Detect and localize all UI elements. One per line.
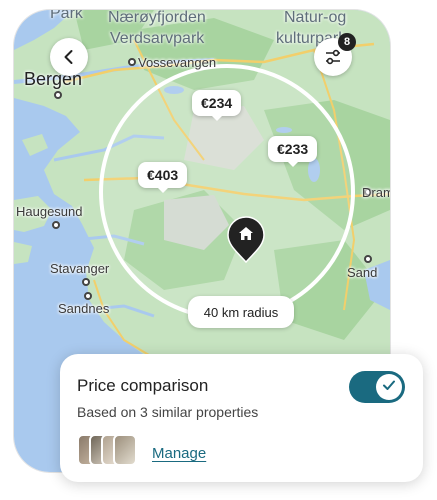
city-dot-sandnes (84, 292, 92, 300)
price-comparison-toggle[interactable] (349, 371, 405, 403)
city-dot-sand (364, 255, 372, 263)
price-pin[interactable]: €233 (268, 136, 318, 167)
checkmark-icon (382, 378, 396, 397)
price-pin[interactable]: €403 (138, 162, 188, 193)
manage-link[interactable]: Manage (152, 445, 206, 462)
map-label-stavanger: Stavanger (50, 261, 110, 276)
city-dot-bergen (54, 91, 62, 99)
city-dot-haugesund (52, 221, 60, 229)
card-subtitle: Based on 3 similar properties (77, 404, 259, 420)
map-label-park: Park (50, 10, 83, 22)
filter-count-badge: 8 (338, 33, 356, 51)
city-dot-vossevangen (128, 58, 136, 66)
home-location-pin[interactable] (227, 216, 265, 264)
toggle-knob (376, 374, 402, 400)
home-icon (238, 226, 254, 241)
map-label-sand: Sand (347, 265, 378, 280)
chevron-left-icon (61, 49, 77, 65)
property-photo-icon (113, 434, 137, 466)
map-label-verdsarvpark: Verdsarvpark (110, 30, 205, 47)
map-label-natur: Natur-og (284, 10, 347, 26)
map-label-haugesund: Haugesund (16, 204, 83, 219)
map-label-sandnes: Sandnes (58, 301, 110, 316)
property-thumbnails (77, 434, 141, 466)
sliders-icon (324, 48, 342, 66)
back-button[interactable] (50, 38, 88, 76)
map-label-naeroyfjorden: Nærøyfjorden (108, 10, 206, 26)
map-label-vossevangen: Vossevangen (138, 55, 217, 70)
city-dot-stavanger (82, 278, 90, 286)
price-comparison-card: Price comparison Based on 3 similar prop… (60, 354, 423, 482)
card-title: Price comparison (77, 376, 209, 395)
price-pin[interactable]: €234 (192, 90, 242, 121)
map-label-dram: Dram (362, 185, 390, 200)
radius-label: 40 km radius (188, 296, 294, 328)
